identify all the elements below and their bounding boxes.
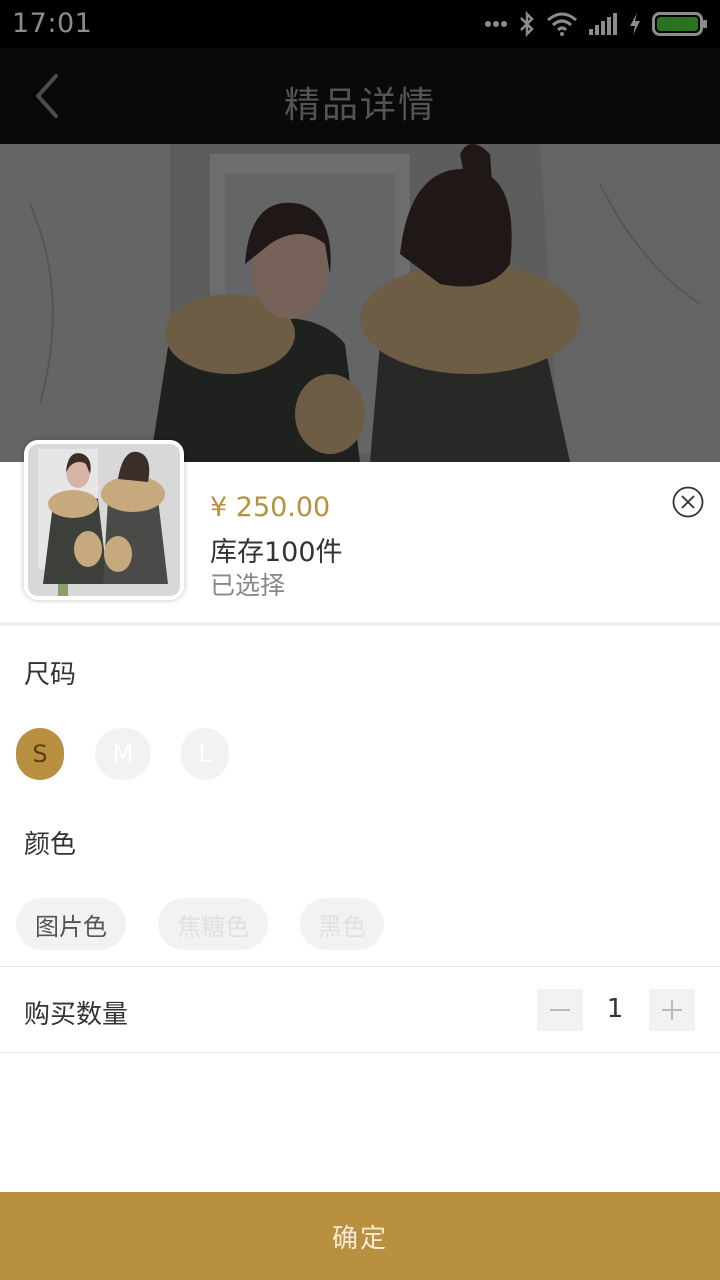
product-price: ¥ 250.00 — [210, 492, 331, 523]
page-title: 精品详情 — [283, 85, 436, 126]
product-hero-image — [0, 144, 720, 462]
product-stock: 库存100件 — [210, 537, 343, 568]
size-option-m[interactable]: M — [95, 728, 151, 780]
status-icons — [484, 10, 708, 38]
size-option-l[interactable]: L — [181, 728, 229, 780]
more-dots-icon — [485, 21, 507, 27]
quantity-label: 购买数量 — [24, 1000, 129, 1030]
quantity-decrement-button[interactable] — [537, 989, 583, 1031]
signal-icon — [589, 13, 617, 35]
close-icon — [672, 486, 704, 518]
close-button[interactable] — [672, 486, 704, 518]
product-thumbnail-image — [28, 444, 180, 596]
product-thumbnail — [24, 440, 184, 600]
status-bar: 17:01 — [0, 0, 720, 48]
product-photo — [0, 144, 720, 462]
color-option-caramel[interactable]: 焦糖色 — [158, 898, 268, 950]
divider — [0, 966, 720, 967]
quantity-value[interactable]: 1 — [592, 994, 638, 1024]
plus-icon — [662, 1000, 682, 1020]
confirm-button[interactable]: 确定 — [0, 1192, 720, 1280]
bluetooth-icon — [520, 11, 534, 37]
divider — [0, 622, 720, 626]
divider — [0, 1052, 720, 1053]
charging-icon — [630, 13, 640, 35]
app-header: 精品详情 — [0, 48, 720, 144]
battery-icon — [652, 12, 707, 36]
quantity-increment-button[interactable] — [649, 989, 695, 1031]
status-time: 17:01 — [12, 8, 93, 39]
wifi-icon — [547, 12, 577, 36]
color-section-label: 颜色 — [24, 830, 77, 860]
size-section-label: 尺码 — [24, 660, 77, 690]
selected-summary: 已选择 — [210, 571, 286, 600]
color-option-picture[interactable]: 图片色 — [16, 898, 126, 950]
size-option-s[interactable]: S — [16, 728, 64, 780]
minus-icon — [550, 1009, 570, 1011]
color-option-black[interactable]: 黑色 — [300, 898, 384, 950]
sku-selector-sheet: ¥ 250.00 库存100件 已选择 尺码 S M L 颜色 图片色 焦糖色 … — [0, 440, 720, 1280]
